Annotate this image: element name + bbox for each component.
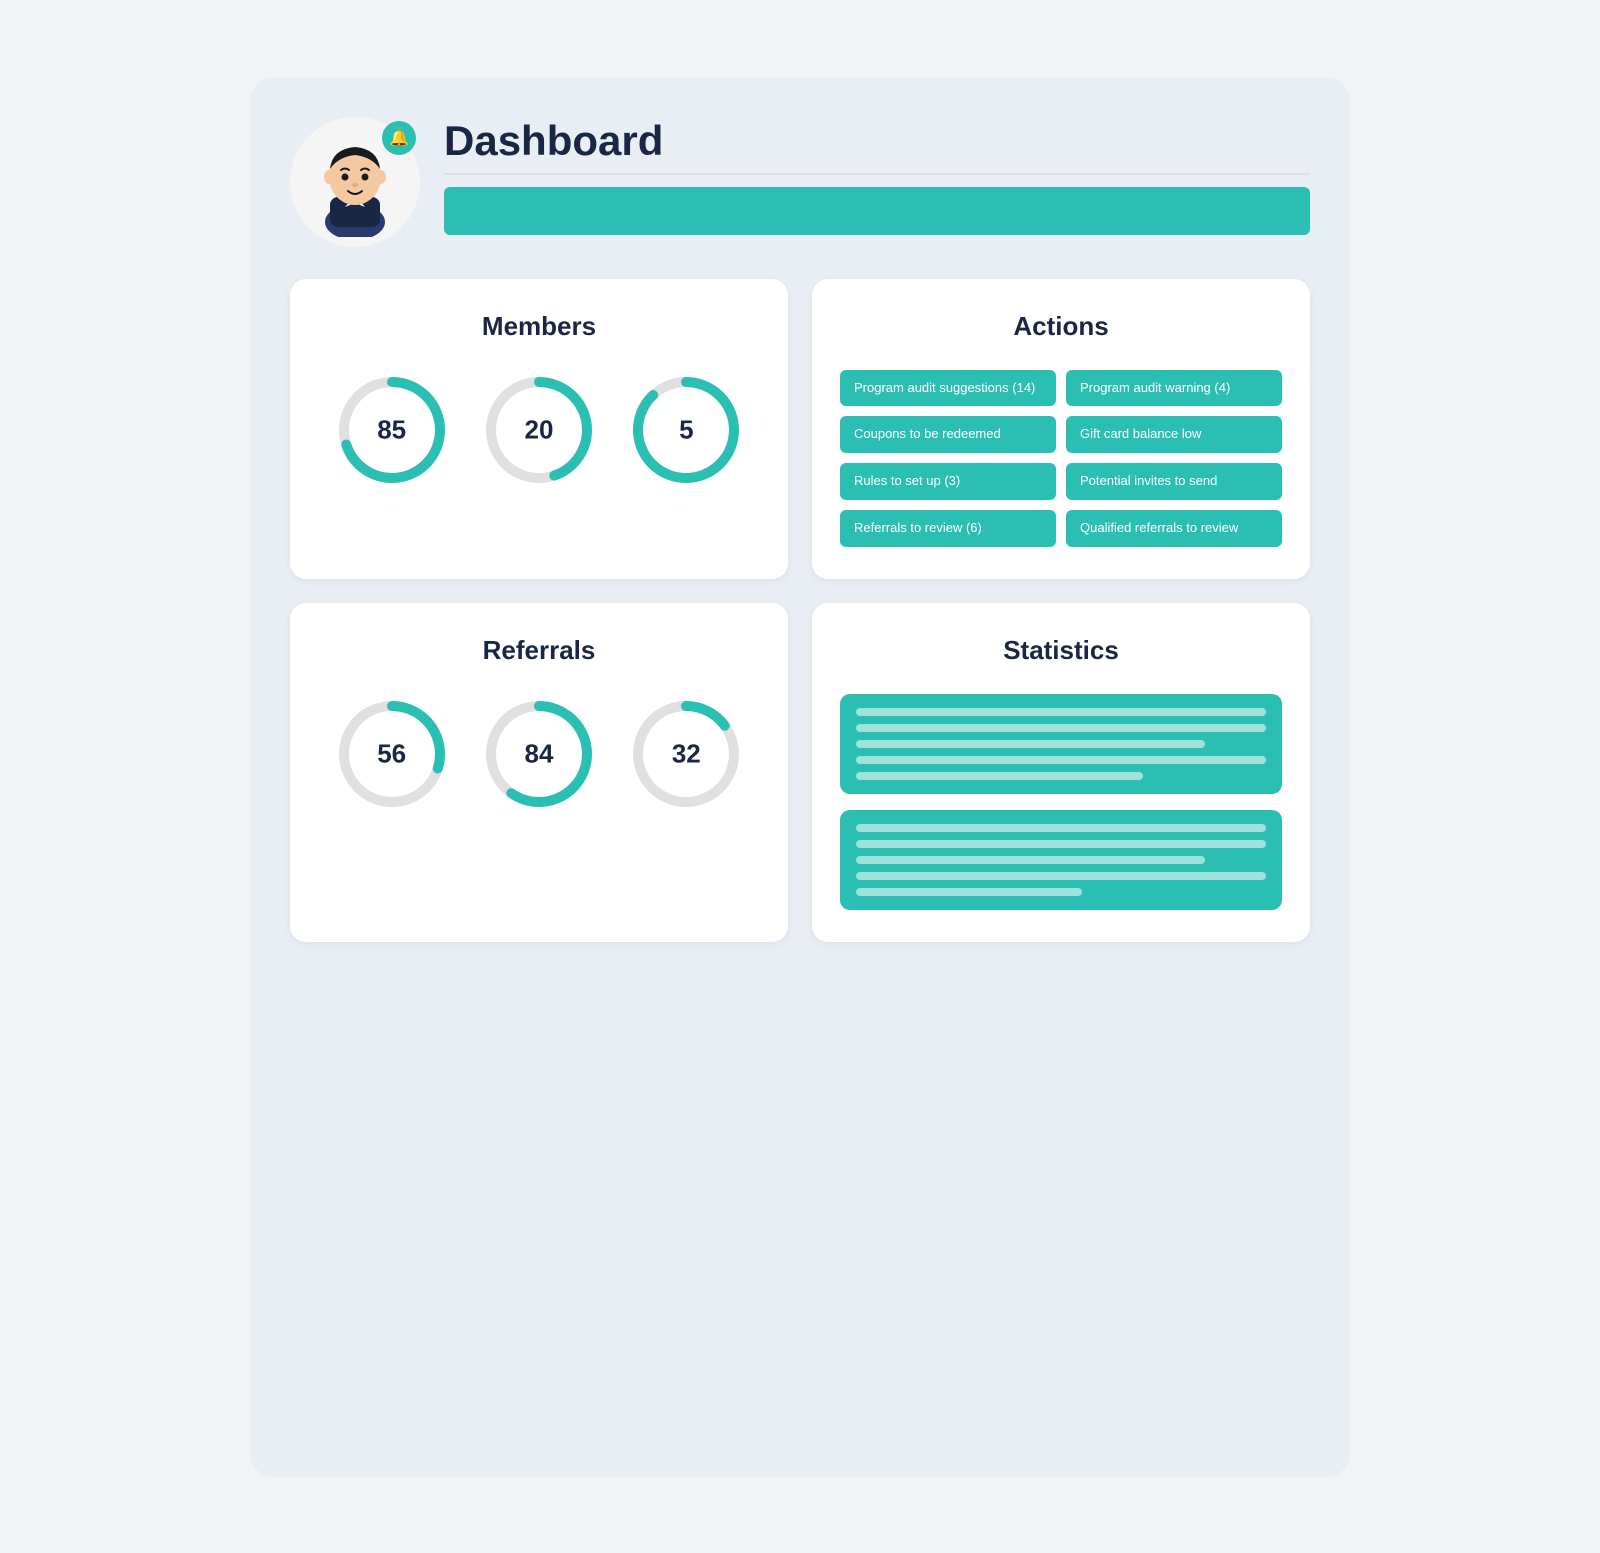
stats-line bbox=[856, 756, 1266, 764]
members-value-1: 85 bbox=[377, 414, 406, 445]
referrals-chart-1: 56 bbox=[332, 694, 452, 814]
stats-line bbox=[856, 888, 1082, 896]
action-btn-5[interactable]: Potential invites to send bbox=[1066, 463, 1282, 500]
referrals-title: Referrals bbox=[318, 635, 760, 666]
action-btn-1[interactable]: Program audit warning (4) bbox=[1066, 370, 1282, 407]
actions-card: Actions Program audit suggestions (14) P… bbox=[812, 279, 1310, 580]
referrals-chart-3: 32 bbox=[626, 694, 746, 814]
action-btn-2[interactable]: Coupons to be redeemed bbox=[840, 416, 1056, 453]
stats-line bbox=[856, 824, 1266, 832]
header: 🔔 Dashboard bbox=[290, 117, 1310, 247]
stats-line bbox=[856, 840, 1266, 848]
notification-badge[interactable]: 🔔 bbox=[382, 121, 416, 155]
members-chart-1: 85 bbox=[332, 370, 452, 490]
members-card: Members 85 bbox=[290, 279, 788, 580]
ref-donut-2: 84 bbox=[479, 694, 599, 814]
action-btn-3[interactable]: Gift card balance low bbox=[1066, 416, 1282, 453]
header-bar bbox=[444, 187, 1310, 235]
stats-line bbox=[856, 708, 1266, 716]
action-btn-4[interactable]: Rules to set up (3) bbox=[840, 463, 1056, 500]
donut-container-3: 5 bbox=[626, 370, 746, 490]
header-right: Dashboard bbox=[444, 117, 1310, 235]
members-chart-3: 5 bbox=[626, 370, 746, 490]
bell-icon: 🔔 bbox=[389, 128, 409, 148]
referrals-card: Referrals 56 bbox=[290, 603, 788, 942]
app-container: 🔔 Dashboard Members 85 bbox=[250, 77, 1350, 1477]
members-chart-2: 20 bbox=[479, 370, 599, 490]
action-btn-7[interactable]: Qualified referrals to review bbox=[1066, 510, 1282, 547]
stats-line bbox=[856, 856, 1205, 864]
donut-container-2: 20 bbox=[479, 370, 599, 490]
actions-title: Actions bbox=[840, 311, 1282, 342]
page-title: Dashboard bbox=[444, 117, 1310, 175]
referrals-value-1: 56 bbox=[377, 739, 406, 770]
stats-line bbox=[856, 740, 1205, 748]
referrals-chart-2: 84 bbox=[479, 694, 599, 814]
referrals-charts-row: 56 84 bbox=[318, 694, 760, 814]
members-value-2: 20 bbox=[525, 414, 554, 445]
avatar-wrap: 🔔 bbox=[290, 117, 420, 247]
stats-block-1 bbox=[840, 694, 1282, 794]
donut-container-1: 85 bbox=[332, 370, 452, 490]
action-btn-6[interactable]: Referrals to review (6) bbox=[840, 510, 1056, 547]
stats-line bbox=[856, 724, 1266, 732]
stats-line bbox=[856, 772, 1143, 780]
dashboard-grid: Members 85 bbox=[290, 279, 1310, 943]
action-btn-0[interactable]: Program audit suggestions (14) bbox=[840, 370, 1056, 407]
ref-donut-3: 32 bbox=[626, 694, 746, 814]
members-value-3: 5 bbox=[679, 414, 693, 445]
referrals-value-3: 32 bbox=[672, 739, 701, 770]
members-title: Members bbox=[318, 311, 760, 342]
statistics-title: Statistics bbox=[840, 635, 1282, 666]
statistics-card: Statistics bbox=[812, 603, 1310, 942]
stats-block-2 bbox=[840, 810, 1282, 910]
members-charts-row: 85 20 bbox=[318, 370, 760, 490]
actions-grid: Program audit suggestions (14) Program a… bbox=[840, 370, 1282, 548]
referrals-value-2: 84 bbox=[525, 739, 554, 770]
ref-donut-1: 56 bbox=[332, 694, 452, 814]
stats-line bbox=[856, 872, 1266, 880]
